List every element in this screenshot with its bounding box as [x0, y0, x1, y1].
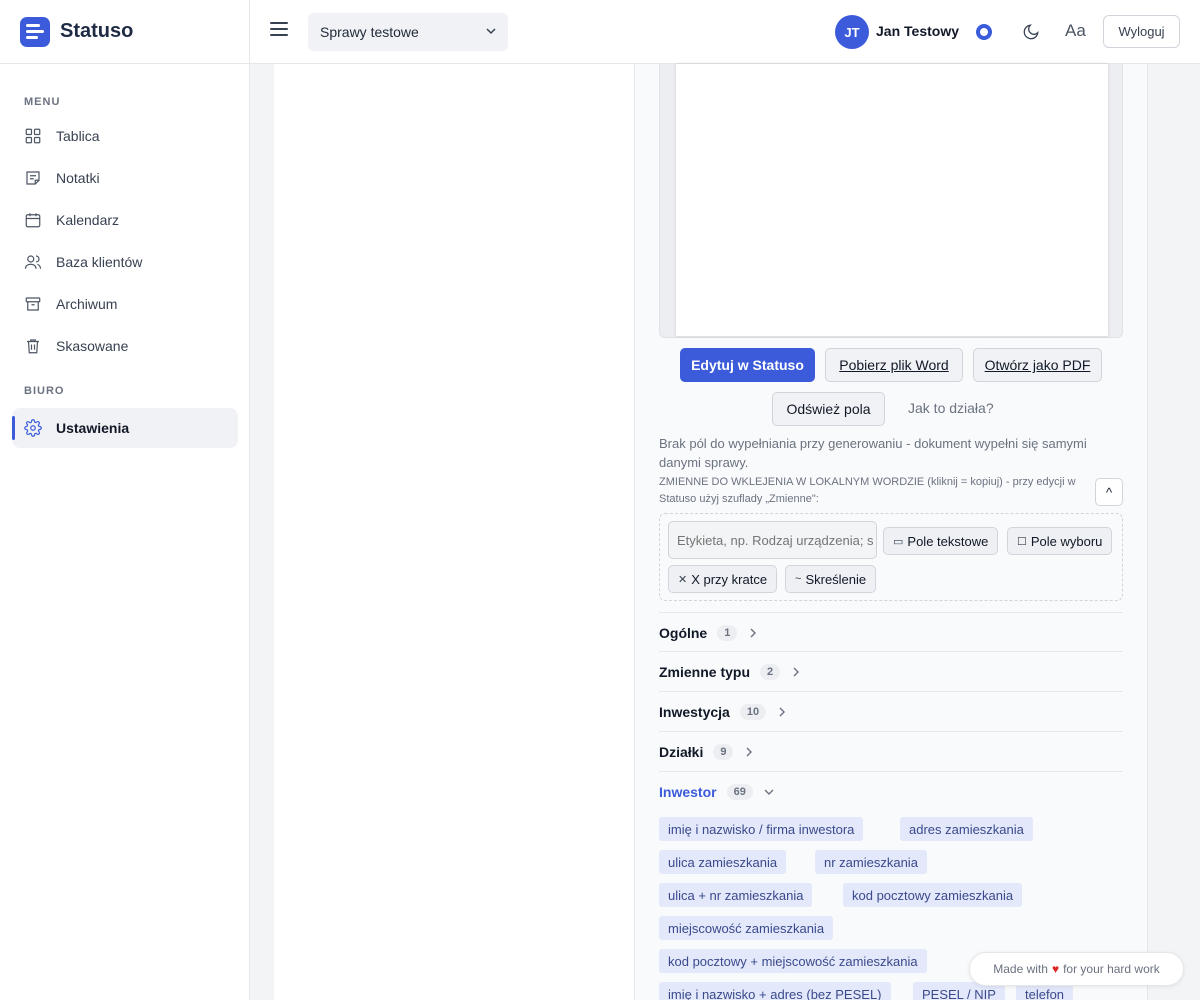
group-inwestycja[interactable]: Inwestycja 10 — [659, 691, 1123, 731]
variable-tag[interactable]: imię i nazwisko + adres (bez PESEL) — [659, 982, 891, 1000]
sidebar-item-kalendarz[interactable]: Kalendarz — [12, 200, 238, 240]
document-preview[interactable] — [659, 64, 1123, 338]
choice-field-button[interactable]: ☐ Pole wyboru — [1007, 527, 1113, 555]
group-dzialki[interactable]: Działki 9 — [659, 731, 1123, 771]
variable-tag[interactable]: kod pocztowy + miejscowość zamieszkania — [659, 949, 927, 973]
statuso-logo-icon — [20, 16, 50, 47]
dashboard-icon — [25, 128, 41, 144]
calendar-icon — [25, 213, 41, 228]
text-field-label: Pole tekstowe — [907, 533, 989, 549]
office-section-label: BIURO — [24, 385, 65, 397]
variable-tag[interactable]: kod pocztowy zamieszkania — [843, 883, 1023, 907]
chevron-right-icon — [793, 667, 800, 676]
sidebar-item-ustawienia[interactable]: Ustawienia — [12, 408, 238, 448]
edit-in-statuso-button[interactable]: Edytuj w Statuso — [680, 348, 815, 382]
group-name: Inwestor — [659, 783, 717, 800]
brand-name: Statuso — [60, 20, 134, 42]
sidebar: Statuso MENU Tablica Notatki Kalendarz B… — [0, 0, 250, 1000]
moon-icon[interactable] — [1022, 23, 1040, 41]
chevron-right-icon — [750, 628, 757, 637]
sidebar-item-label: Baza klientów — [56, 254, 143, 270]
case-selector-value: Sprawy testowe — [320, 24, 419, 40]
made-with-text: Made with — [993, 962, 1048, 976]
text-field-icon: ▭ — [893, 535, 904, 548]
refresh-fields-button[interactable]: Odśwież pola — [772, 392, 885, 426]
choice-field-label: Pole wyboru — [1030, 533, 1103, 549]
download-word-button[interactable]: Pobierz plik Word — [825, 348, 963, 382]
variables-hint: ZMIENNE DO WKLEJENIA W LOKALNYM WORDZIE … — [659, 476, 1076, 505]
for-work-text: for your hard work — [1063, 962, 1160, 976]
group-count-badge: 10 — [739, 703, 767, 720]
label-input[interactable] — [668, 521, 877, 559]
collapse-button[interactable]: ^ — [1095, 478, 1123, 506]
group-name: Inwestycja — [659, 703, 730, 720]
group-inwestor[interactable]: Inwestor 69 — [659, 771, 1123, 811]
strike-label: Skreślenie — [805, 571, 867, 587]
checkbox-x-button[interactable]: ✕ X przy kratce — [668, 565, 778, 593]
variable-tag[interactable]: imię i nazwisko / firma inwestora — [659, 817, 864, 841]
users-icon — [24, 255, 42, 269]
strike-button[interactable]: ~ Skreślenie — [785, 565, 877, 593]
variable-tag[interactable]: miejscowość zamieszkania — [659, 916, 834, 940]
group-ogolne[interactable]: Ogólne 1 — [659, 612, 1123, 652]
group-zmienne-typu[interactable]: Zmienne typu 2 — [659, 651, 1123, 691]
sidebar-item-label: Ustawienia — [56, 420, 130, 436]
logout-button[interactable]: Wyloguj — [1103, 15, 1180, 48]
notes-icon — [26, 171, 40, 185]
menu-section-label: MENU — [24, 96, 61, 108]
sidebar-item-skasowane[interactable]: Skasowane — [12, 326, 238, 366]
info-text: Brak pól do wypełniania przy generowaniu… — [659, 436, 1087, 470]
hamburger-menu-icon[interactable] — [270, 22, 288, 40]
variable-tag[interactable]: adres zamieszkania — [900, 817, 1033, 841]
sidebar-item-label: Notatki — [56, 170, 100, 186]
trash-icon — [27, 339, 39, 354]
font-size-toggle[interactable]: Aa — [1065, 21, 1086, 41]
group-count-badge: 9 — [713, 743, 734, 760]
chevron-right-icon — [779, 707, 786, 716]
made-with-badge: Made with ♥ for your hard work — [969, 952, 1184, 986]
variable-tag[interactable]: nr zamieszkania — [815, 850, 927, 874]
checkbox-x-label: X przy kratce — [691, 571, 768, 587]
checkbox-icon: ☐ — [1017, 535, 1027, 548]
chevron-down-icon — [764, 789, 774, 795]
status-indicator-icon[interactable] — [976, 24, 992, 40]
sidebar-item-notatki[interactable]: Notatki — [12, 158, 238, 198]
heart-icon: ♥ — [1051, 962, 1060, 976]
content-area — [274, 64, 636, 1000]
help-link[interactable]: Jak to działa? — [908, 400, 994, 416]
user-name[interactable]: Jan Testowy — [876, 23, 959, 39]
group-count-badge: 1 — [717, 624, 738, 641]
document-page — [676, 64, 1108, 336]
group-count-badge: 69 — [726, 783, 753, 800]
chevron-right-icon — [746, 747, 753, 756]
open-pdf-button[interactable]: Otwórz jako PDF — [973, 348, 1102, 382]
text-field-button[interactable]: ▭ Pole tekstowe — [883, 527, 999, 555]
variable-tag[interactable]: ulica zamieszkania — [659, 850, 787, 874]
x-mark-icon: ✕ — [678, 573, 688, 586]
group-name: Ogólne — [659, 624, 708, 641]
sidebar-item-label: Skasowane — [56, 338, 129, 354]
sidebar-item-label: Kalendarz — [56, 212, 120, 228]
sidebar-item-label: Archiwum — [56, 296, 118, 312]
sidebar-item-baza-klientow[interactable]: Baza klientów — [12, 242, 238, 282]
group-name: Działki — [659, 743, 704, 760]
tilde-icon: ~ — [795, 573, 802, 585]
brand[interactable]: Statuso — [0, 0, 249, 64]
chevron-down-icon — [486, 28, 496, 35]
case-selector[interactable]: Sprawy testowe — [308, 13, 508, 51]
gear-icon — [24, 419, 42, 437]
group-count-badge: 2 — [760, 663, 781, 680]
archive-icon — [25, 297, 41, 311]
sidebar-item-tablica[interactable]: Tablica — [12, 116, 238, 156]
sidebar-item-archiwum[interactable]: Archiwum — [12, 284, 238, 324]
sidebar-item-label: Tablica — [56, 128, 100, 144]
group-name: Zmienne typu — [659, 663, 751, 680]
variable-tag[interactable]: ulica + nr zamieszkania — [659, 883, 813, 907]
topbar: Sprawy testowe JT Jan Testowy Aa Wyloguj — [250, 0, 1200, 64]
avatar[interactable]: JT — [835, 15, 869, 49]
